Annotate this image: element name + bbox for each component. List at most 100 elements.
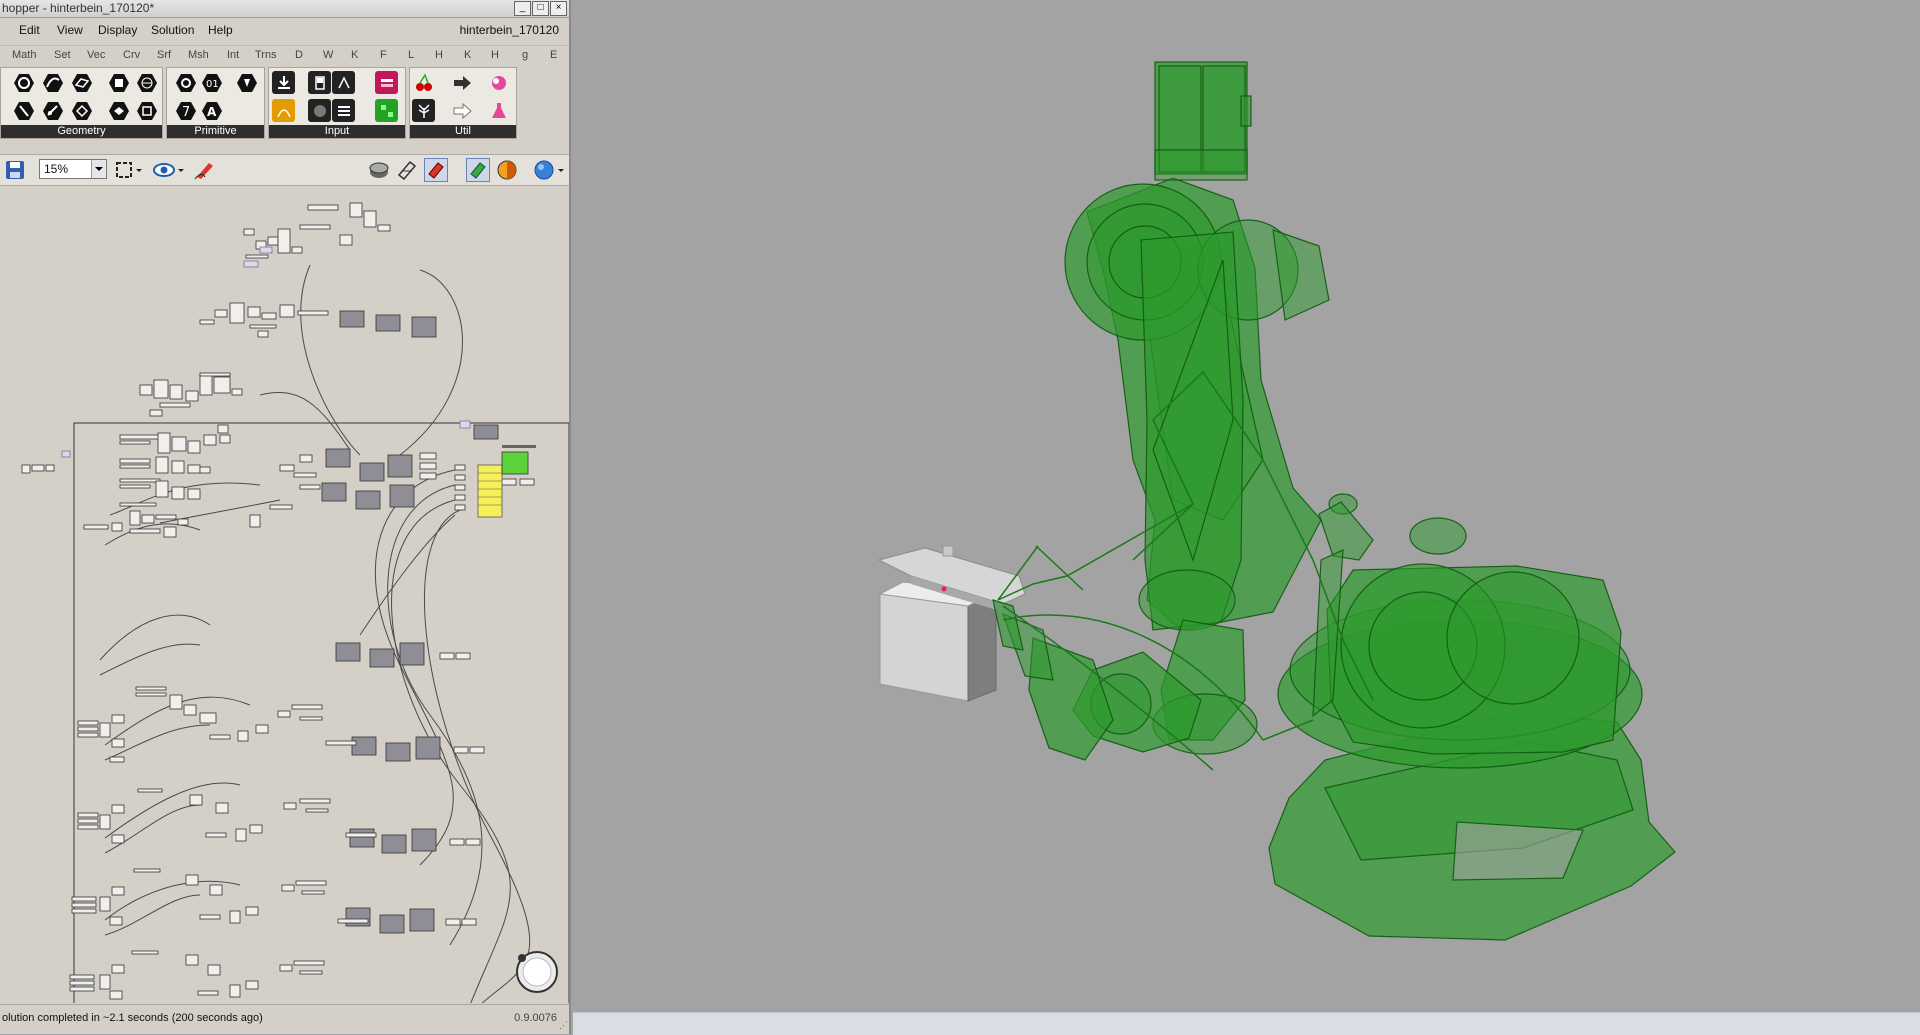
- title-bar[interactable]: hopper - hinterbein_170120* _ □ ×: [0, 0, 569, 18]
- tab-int[interactable]: Int: [227, 49, 239, 61]
- tab-srf[interactable]: Srf: [157, 49, 171, 61]
- component-ribbon: Geometry 01 7 A Primitive Input Util: [0, 66, 569, 140]
- viewport-statusbar: [573, 1012, 1920, 1035]
- window-controls: _ □ ×: [514, 1, 567, 16]
- tab-h[interactable]: H: [435, 49, 443, 61]
- group-param-icon[interactable]: [135, 99, 158, 122]
- version-label: 0.9.0076: [514, 1012, 557, 1024]
- panel-icon[interactable]: [332, 99, 355, 122]
- component-cluster[interactable]: [69, 652, 485, 1000]
- ribbon-group-input: Input: [268, 67, 406, 139]
- rhino-viewport[interactable]: [573, 0, 1920, 1012]
- save-icon[interactable]: [4, 160, 26, 180]
- show-all-icon[interactable]: [466, 158, 490, 182]
- menu-display[interactable]: Display: [98, 23, 137, 37]
- gradient-icon[interactable]: [375, 99, 398, 122]
- circle-param-icon[interactable]: [12, 71, 35, 94]
- zoom-select[interactable]: 15%: [39, 159, 107, 179]
- value-list-icon[interactable]: [308, 99, 331, 122]
- compass-icon[interactable]: [514, 949, 560, 995]
- param-cluster[interactable]: [61, 246, 471, 458]
- yellow-panel[interactable]: [477, 464, 503, 518]
- window-title: hopper - hinterbein_170120*: [2, 1, 155, 15]
- grasshopper-window: hopper - hinterbein_170120* _ □ × Edit V…: [0, 0, 571, 1034]
- status-message: olution completed in ~2.1 seconds (200 s…: [2, 1012, 263, 1024]
- canvas-toolbar: 15%: [0, 154, 569, 186]
- tab-crv[interactable]: Crv: [123, 49, 140, 61]
- curve-param-icon[interactable]: [41, 71, 64, 94]
- definition-canvas[interactable]: [0, 185, 570, 1006]
- sketch-pen-icon[interactable]: [193, 159, 217, 184]
- tab-e[interactable]: E: [550, 49, 557, 61]
- arrow-outline-icon[interactable]: [450, 99, 473, 122]
- graph-mapper-icon[interactable]: [272, 99, 295, 122]
- preview-wire-icon[interactable]: [396, 159, 418, 184]
- component-tabs: Math Set Vec Crv Srf Msh Int Trns D W K …: [0, 45, 569, 65]
- tab-k2[interactable]: K: [464, 49, 471, 61]
- swatch-label: [502, 445, 536, 448]
- status-bar: olution completed in ~2.1 seconds (200 s…: [0, 1004, 569, 1033]
- maximize-icon[interactable]: □: [532, 1, 549, 16]
- green-swatch[interactable]: [501, 451, 529, 475]
- point-param-icon[interactable]: [70, 99, 93, 122]
- tree-icon[interactable]: [412, 99, 435, 122]
- eye-icon[interactable]: [152, 160, 186, 183]
- svg-text:01: 01: [206, 79, 219, 90]
- flask-icon[interactable]: [487, 99, 510, 122]
- brep-param-icon[interactable]: [107, 71, 130, 94]
- boolean-param-icon[interactable]: [174, 71, 197, 94]
- display-mode-icon[interactable]: [532, 159, 566, 184]
- preview-shaded-icon[interactable]: [368, 159, 390, 184]
- colour-param-icon[interactable]: [235, 71, 258, 94]
- integer-param-icon[interactable]: 01: [200, 71, 223, 94]
- tab-h2[interactable]: H: [491, 49, 499, 61]
- tab-msh[interactable]: Msh: [188, 49, 209, 61]
- molecule-icon[interactable]: [487, 71, 510, 94]
- ribbon-group-label: Primitive: [167, 125, 264, 138]
- tab-k[interactable]: K: [351, 49, 358, 61]
- robot-model[interactable]: [992, 61, 1676, 941]
- color-swatch-icon[interactable]: [375, 71, 398, 94]
- cherry-picker-icon[interactable]: [412, 71, 435, 94]
- arrow-right-icon[interactable]: [450, 71, 473, 94]
- toggle-icon[interactable]: [308, 71, 331, 94]
- chevron-down-icon[interactable]: [91, 160, 106, 178]
- mesh-param-icon[interactable]: [135, 71, 158, 94]
- text-param-icon[interactable]: A: [200, 99, 223, 122]
- tab-w[interactable]: W: [323, 49, 333, 61]
- menu-edit[interactable]: Edit: [19, 23, 40, 37]
- robot-preview[interactable]: [573, 0, 1920, 1012]
- arc-param-icon[interactable]: [41, 99, 64, 122]
- number-param-icon[interactable]: 7: [174, 99, 197, 122]
- zoom-value: 15%: [44, 162, 69, 176]
- download-icon[interactable]: [272, 71, 295, 94]
- menu-solution[interactable]: Solution: [151, 23, 194, 37]
- menu-help[interactable]: Help: [208, 23, 233, 37]
- tab-math[interactable]: Math: [12, 49, 36, 61]
- tab-d[interactable]: D: [295, 49, 303, 61]
- node-graph[interactable]: [0, 185, 570, 1006]
- menu-view[interactable]: View: [57, 23, 83, 37]
- slider-icon[interactable]: [332, 71, 355, 94]
- tab-set[interactable]: Set: [54, 49, 71, 61]
- preview-selected-icon[interactable]: [424, 158, 448, 182]
- component-cluster[interactable]: [21, 424, 535, 538]
- tab-g[interactable]: g: [522, 49, 528, 61]
- zoom-extents-icon[interactable]: [114, 160, 144, 183]
- menu-bar: Edit View Display Solution Help hinterbe…: [0, 20, 569, 40]
- tab-l[interactable]: L: [408, 49, 414, 61]
- resize-grip-icon[interactable]: ⋰: [559, 1020, 568, 1031]
- ribbon-group-label: Util: [410, 125, 516, 138]
- close-icon[interactable]: ×: [550, 1, 567, 16]
- ribbon-group-label: Input: [269, 125, 405, 138]
- tab-f[interactable]: F: [380, 49, 387, 61]
- material-icon[interactable]: [496, 159, 518, 184]
- plane-param-icon[interactable]: [107, 99, 130, 122]
- ribbon-group-primitive: 01 7 A Primitive: [166, 67, 265, 139]
- document-name[interactable]: hinterbein_170120: [460, 23, 559, 37]
- surface-param-icon[interactable]: [70, 71, 93, 94]
- minimize-icon[interactable]: _: [514, 1, 531, 16]
- line-param-icon[interactable]: [12, 99, 35, 122]
- tab-vec[interactable]: Vec: [87, 49, 105, 61]
- tab-trns[interactable]: Trns: [255, 49, 277, 61]
